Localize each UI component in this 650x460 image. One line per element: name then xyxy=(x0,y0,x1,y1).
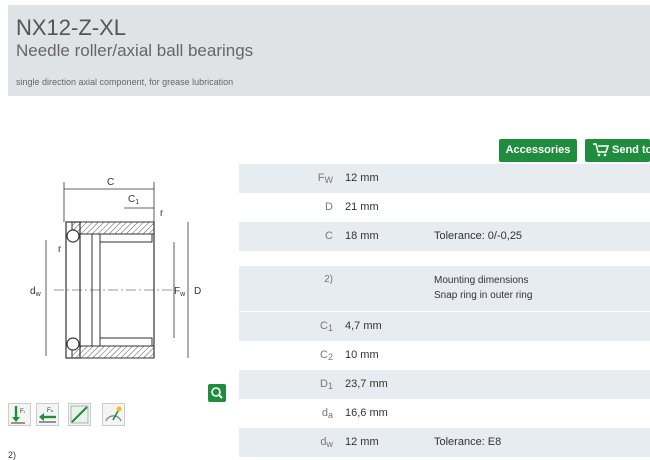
mounting-line2: Snap ring in outer ring xyxy=(434,290,533,301)
accessories-button[interactable]: Accessories xyxy=(499,139,577,162)
table-row: FW 12 mm xyxy=(239,164,650,193)
diagonal-line-icon xyxy=(70,405,89,424)
speed-gauge-icon xyxy=(105,406,122,422)
row-value: 21 mm xyxy=(345,201,379,213)
dim-r-top-label: r xyxy=(160,208,164,219)
dim-dw-label: dw xyxy=(30,286,42,298)
page-subtitle: Needle roller/axial ball bearings xyxy=(16,41,254,60)
table-row: dw 12 mm Tolerance: E8 xyxy=(239,428,650,457)
dimension-table-mounting: C1 4,7 mm C2 10 mm D1 23,7 mm da 16,6 mm… xyxy=(239,312,650,457)
footnote-label-cut: 2) xyxy=(8,450,17,460)
row-value: 4,7 mm xyxy=(345,320,382,332)
row-label: D1 xyxy=(320,378,333,391)
row-value: 10 mm xyxy=(345,349,379,361)
row-tolerance: Tolerance: 0/-0,25 xyxy=(434,230,523,242)
row-tolerance: Tolerance: E8 xyxy=(434,436,502,448)
table-row: D 21 mm xyxy=(239,193,650,222)
page-title: NX12-Z-XL xyxy=(16,15,127,40)
row-value: 16,6 mm xyxy=(345,407,388,419)
table-row: da 16,6 mm xyxy=(239,399,650,428)
mounting-line1: Mounting dimensions xyxy=(434,275,529,286)
row-label: C1 xyxy=(320,320,333,333)
svg-text:Fr: Fr xyxy=(20,409,26,415)
row-value: 18 mm xyxy=(345,230,379,242)
row-label: da xyxy=(321,407,333,420)
mounting-dimensions-header: 2) Mounting dimensions Snap ring in oute… xyxy=(239,266,650,311)
zoom-button[interactable] xyxy=(208,384,226,402)
table-row: C1 4,7 mm xyxy=(239,312,650,341)
row-value: 12 mm xyxy=(345,172,379,184)
magnifier-icon xyxy=(211,387,223,399)
cart-icon xyxy=(593,143,610,157)
row-value: 23,7 mm xyxy=(345,378,388,390)
send-to-button[interactable]: Send to xyxy=(585,139,650,162)
radial-load-icon: Fr xyxy=(11,406,26,424)
row-label: FW xyxy=(317,172,333,185)
svg-text:Fa: Fa xyxy=(47,408,54,414)
row-label: C xyxy=(325,230,333,242)
row-label: C2 xyxy=(320,349,333,362)
dimension-table-main: FW 12 mm D 21 mm C 18 mm Tolerance: 0/-0… xyxy=(239,164,650,251)
row-label: dw xyxy=(320,436,333,449)
axial-load-tool[interactable]: Fa xyxy=(36,403,59,426)
product-description: single direction axial component, for gr… xyxy=(16,77,234,87)
row-label: D xyxy=(325,201,333,213)
speed-tool[interactable] xyxy=(102,403,125,426)
axial-load-icon: Fa xyxy=(39,408,56,423)
dim-d-label: D xyxy=(194,286,201,297)
footnote-label: 2) xyxy=(324,274,333,285)
radial-load-tool[interactable]: Fr xyxy=(8,403,31,426)
dim-fw-label: Fw xyxy=(174,286,186,298)
bearing-drawing: C C1 r dw r Fw D xyxy=(30,177,201,359)
diagonal-tool[interactable] xyxy=(68,403,91,426)
send-to-label: Send to xyxy=(612,144,650,156)
product-header: NX12-Z-XL Needle roller/axial ball beari… xyxy=(8,5,650,96)
table-row: C 18 mm Tolerance: 0/-0,25 xyxy=(239,222,650,251)
row-value: 12 mm xyxy=(345,436,379,448)
dim-c1-label: C1 xyxy=(128,194,139,206)
table-row: D1 23,7 mm xyxy=(239,370,650,399)
dim-c-label: C xyxy=(107,177,114,188)
table-row: C2 10 mm xyxy=(239,341,650,370)
dim-r-left-label: r xyxy=(58,244,62,255)
